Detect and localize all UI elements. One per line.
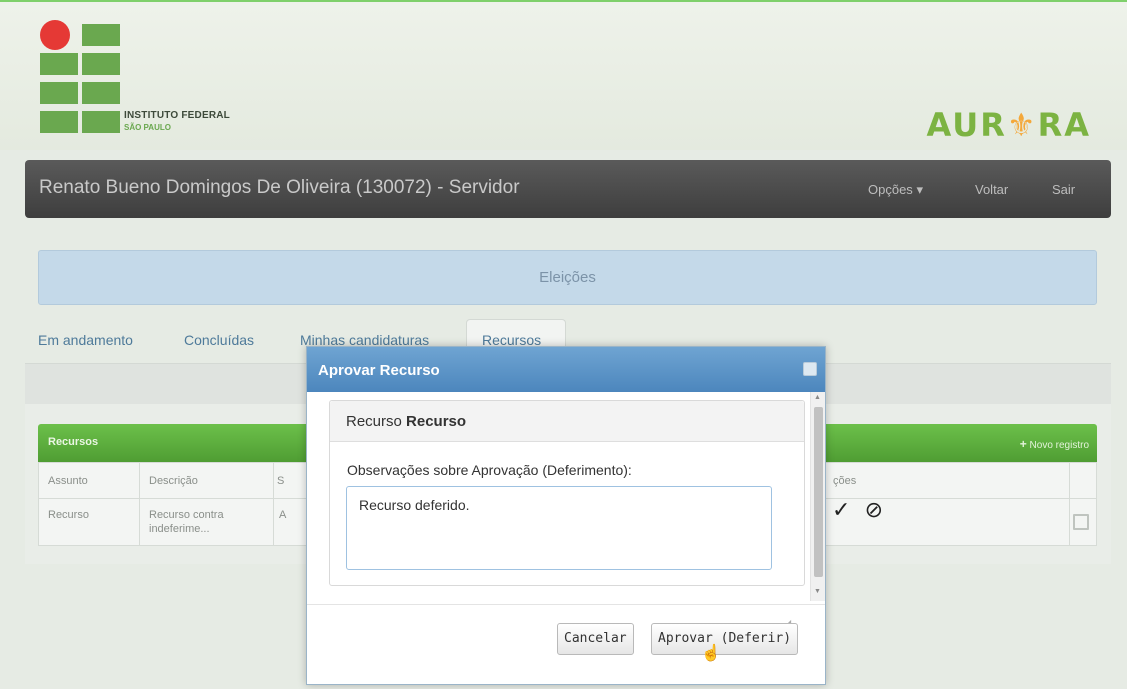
logo-red-dot <box>40 20 70 50</box>
observations-textarea[interactable]: Recurso deferido. <box>346 486 772 570</box>
logout-link[interactable]: Sair <box>1052 182 1075 197</box>
recurso-panel-header: Recurso Recurso <box>330 401 804 442</box>
close-icon[interactable] <box>803 362 817 376</box>
aurora-logo-left: AUR <box>926 106 1007 144</box>
scroll-up-arrow-icon[interactable]: ▲ <box>814 394 821 401</box>
aurora-sun-icon: ⚜ <box>1006 106 1038 144</box>
plus-icon: + <box>1019 437 1027 451</box>
row-actions: ✓ ⊘ <box>832 497 883 523</box>
recurso-panel-title: Recurso Recurso <box>346 413 466 430</box>
panel-title-prefix: Recurso <box>346 413 402 430</box>
aurora-logo-right: RA <box>1037 106 1091 144</box>
tab-em-andamento[interactable]: Em andamento <box>38 332 133 348</box>
top-navbar: Renato Bueno Domingos De Oliveira (13007… <box>25 160 1111 218</box>
cell-assunto: Recurso <box>48 509 89 521</box>
logo-square <box>82 111 120 133</box>
hand-cursor-icon: ☝ <box>701 645 721 662</box>
scroll-down-arrow-icon[interactable]: ▼ <box>814 588 821 595</box>
modal-header: Aprovar Recurso <box>307 347 825 392</box>
tab-concluidas[interactable]: Concluídas <box>184 332 254 348</box>
observations-label: Observações sobre Aprovação (Deferimento… <box>347 462 632 478</box>
institution-subtitle: SÃO PAULO <box>124 123 171 132</box>
options-menu[interactable]: Opções ▾ <box>868 182 923 198</box>
edit-icon[interactable] <box>1073 514 1089 530</box>
modal-scrollbar[interactable]: ▲ ▼ <box>810 392 825 601</box>
modal-footer-divider <box>307 604 825 605</box>
scroll-thumb[interactable] <box>814 407 823 577</box>
logo-square <box>82 53 120 75</box>
column-divider <box>1069 463 1070 545</box>
column-header-s[interactable]: S <box>277 475 284 487</box>
approve-check-icon[interactable]: ✓ <box>832 497 850 522</box>
deny-icon[interactable]: ⊘ <box>865 497 883 522</box>
panel-title-bold: Recurso <box>406 413 467 430</box>
institution-name: INSTITUTO FEDERAL <box>124 110 230 121</box>
site-header: INSTITUTO FEDERAL SÃO PAULO AUR⚜RA <box>0 0 1127 150</box>
column-divider <box>273 463 274 545</box>
column-divider <box>139 463 140 545</box>
logo-square <box>40 111 78 133</box>
column-header-descricao[interactable]: Descrição <box>149 475 198 487</box>
approve-modal: Aprovar Recurso Recurso Recurso Observaç… <box>306 346 826 685</box>
approve-button[interactable]: Aprovar (Deferir) <box>651 623 799 655</box>
cell-descricao-line2: indeferime... <box>149 523 210 535</box>
recursos-panel-title: Recursos <box>48 436 99 448</box>
banner-title: Eleições <box>539 269 596 286</box>
modal-title: Aprovar Recurso <box>318 362 440 379</box>
logo-square <box>82 24 120 46</box>
logo-square <box>40 53 78 75</box>
options-label: Opções <box>868 182 913 197</box>
section-banner: Eleições <box>38 250 1097 305</box>
cell-s: A <box>279 509 287 521</box>
new-record-button[interactable]: + Novo registro <box>1020 437 1089 451</box>
cell-descricao-line1: Recurso contra <box>149 509 224 521</box>
column-header-assunto[interactable]: Assunto <box>48 475 88 487</box>
cancel-button[interactable]: Cancelar <box>557 623 634 655</box>
back-link[interactable]: Voltar <box>975 182 1008 197</box>
recurso-panel: Recurso Recurso Observações sobre Aprova… <box>329 400 805 627</box>
new-record-label: Novo registro <box>1029 440 1089 451</box>
user-identity: Renato Bueno Domingos De Oliveira (13007… <box>39 177 520 198</box>
chevron-down-icon: ▾ <box>916 182 923 197</box>
column-header-acoes: ções <box>833 475 857 487</box>
aurora-logo: AUR⚜RA <box>927 106 1092 144</box>
logo-square <box>40 82 78 104</box>
logo-square <box>82 82 120 104</box>
